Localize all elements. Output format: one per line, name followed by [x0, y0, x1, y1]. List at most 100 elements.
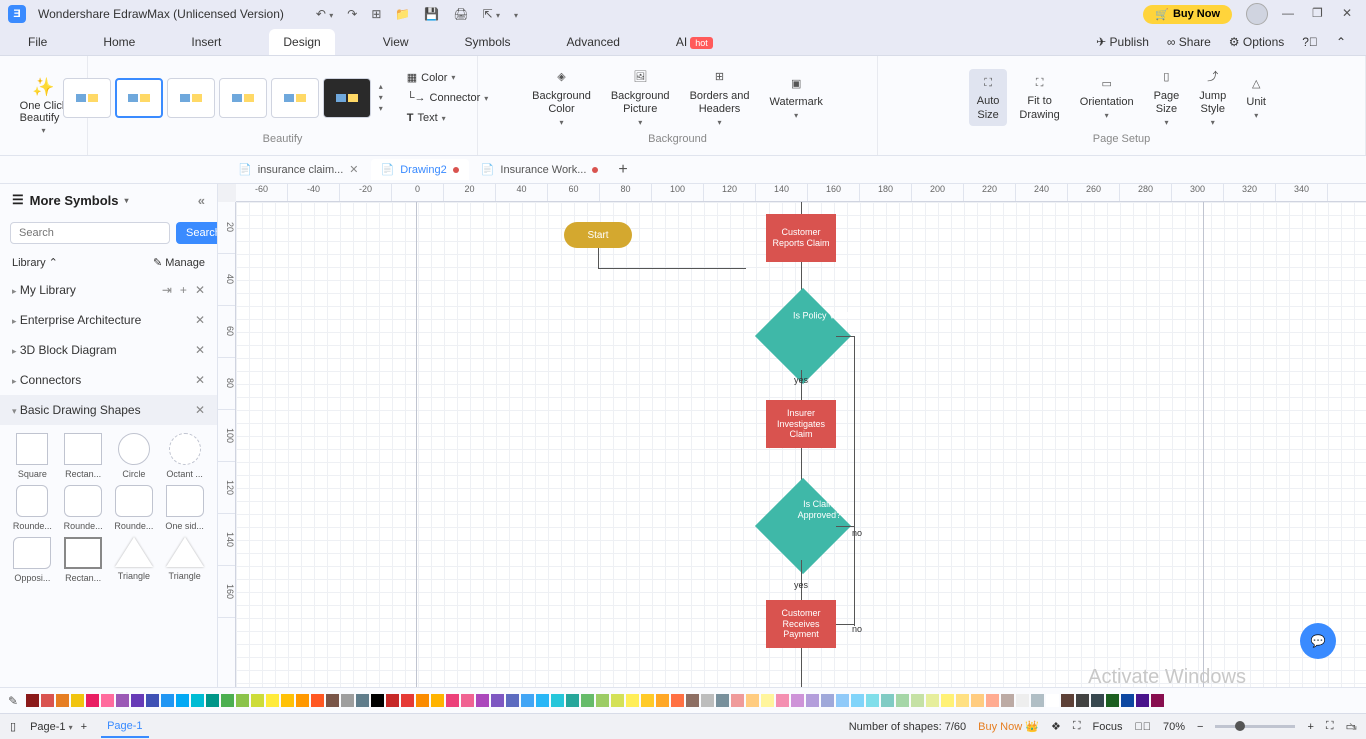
page-tab[interactable]: Page-1	[101, 716, 148, 738]
theme-3[interactable]	[167, 78, 215, 118]
color-swatch[interactable]	[491, 694, 504, 707]
color-swatch[interactable]	[281, 694, 294, 707]
connector[interactable]	[801, 648, 802, 687]
color-swatch[interactable]	[1016, 694, 1029, 707]
color-swatch[interactable]	[716, 694, 729, 707]
color-swatch[interactable]	[1106, 694, 1119, 707]
color-swatch[interactable]	[806, 694, 819, 707]
color-swatch[interactable]	[761, 694, 774, 707]
auto-size-button[interactable]: ⛶Auto Size	[969, 69, 1008, 125]
chat-bubble-button[interactable]: 💬	[1300, 623, 1336, 659]
color-swatch[interactable]	[791, 694, 804, 707]
color-swatch[interactable]	[476, 694, 489, 707]
color-swatch[interactable]	[896, 694, 909, 707]
color-swatch[interactable]	[71, 694, 84, 707]
color-swatch[interactable]	[611, 694, 624, 707]
export-icon[interactable]: ⇱ ▾	[483, 7, 500, 21]
undo-icon[interactable]: ↶ ▾	[316, 7, 333, 21]
page-selector[interactable]: Page-1 ▾	[30, 721, 73, 733]
color-swatch[interactable]	[941, 694, 954, 707]
shape-triangle1[interactable]: Triangle	[112, 537, 157, 583]
eyedropper-icon[interactable]: ✎	[8, 694, 18, 708]
color-swatch[interactable]	[341, 694, 354, 707]
doc-tab-2[interactable]: 📄 Drawing2	[371, 159, 469, 180]
color-swatch[interactable]	[506, 694, 519, 707]
color-swatch[interactable]	[686, 694, 699, 707]
shape-onesided[interactable]: One sid...	[162, 485, 207, 531]
shape-rounded2[interactable]: Rounde...	[61, 485, 106, 531]
theme-2[interactable]	[115, 78, 163, 118]
menu-symbols[interactable]: Symbols	[457, 35, 519, 49]
sidebar-cat-enterprise[interactable]: ▸ Enterprise Architecture✕	[0, 305, 217, 335]
menu-design[interactable]: Design	[269, 29, 334, 55]
user-avatar[interactable]	[1246, 3, 1268, 25]
color-swatch[interactable]	[1136, 694, 1149, 707]
color-swatch[interactable]	[581, 694, 594, 707]
close-icon[interactable]: ✕	[195, 373, 205, 387]
fit-page-icon[interactable]: ⛶	[1326, 720, 1334, 733]
options-button[interactable]: ⚙ Options	[1229, 35, 1284, 49]
menu-view[interactable]: View	[375, 35, 417, 49]
color-swatch[interactable]	[236, 694, 249, 707]
color-swatch[interactable]	[101, 694, 114, 707]
search-button[interactable]: Search	[176, 222, 218, 244]
color-swatch[interactable]	[446, 694, 459, 707]
color-swatch[interactable]	[356, 694, 369, 707]
color-swatch[interactable]	[986, 694, 999, 707]
connector[interactable]	[836, 336, 854, 337]
layers-icon[interactable]: ❖	[1051, 720, 1061, 733]
print-icon[interactable]: 🖨	[453, 7, 468, 21]
zoom-out-button[interactable]: −	[1197, 721, 1203, 733]
sidebar-cat-3d[interactable]: ▸ 3D Block Diagram✕	[0, 335, 217, 365]
background-picture-button[interactable]: 🖼Background Picture▾	[603, 64, 678, 132]
color-swatch[interactable]	[971, 694, 984, 707]
color-swatch[interactable]	[386, 694, 399, 707]
color-swatch[interactable]	[731, 694, 744, 707]
theme-up-icon[interactable]: ▴	[379, 82, 383, 91]
collapse-ribbon-icon[interactable]: ⌃	[1336, 35, 1346, 49]
connector[interactable]	[598, 248, 599, 268]
color-swatch[interactable]	[116, 694, 129, 707]
color-swatch[interactable]	[746, 694, 759, 707]
shape-rectangle[interactable]: Rectan...	[61, 433, 106, 479]
color-swatch[interactable]	[881, 694, 894, 707]
color-swatch[interactable]	[536, 694, 549, 707]
close-icon[interactable]: ✕	[195, 313, 205, 327]
zoom-level[interactable]: 70%	[1163, 721, 1185, 733]
menu-ai[interactable]: AIhot	[668, 35, 721, 49]
color-swatch[interactable]	[251, 694, 264, 707]
publish-button[interactable]: ✈ Publish	[1096, 35, 1149, 49]
color-swatch[interactable]	[1061, 694, 1074, 707]
zoom-slider[interactable]	[1215, 725, 1295, 728]
page-setup-launcher-icon[interactable]: ↘	[1348, 719, 1358, 733]
fc-insurer-investigates[interactable]: Insurer Investigates Claim	[766, 400, 836, 448]
connector[interactable]	[801, 202, 802, 214]
connector[interactable]	[836, 526, 854, 527]
symbols-header[interactable]: ☰ More Symbols ▾ «	[0, 184, 217, 216]
color-swatch[interactable]	[131, 694, 144, 707]
close-icon[interactable]: ✕	[195, 403, 205, 417]
fullscreen-icon[interactable]: ⛶	[1073, 720, 1081, 733]
canvas[interactable]: Start Customer Reports Claim Is Policy V…	[236, 202, 1366, 687]
color-swatch[interactable]	[176, 694, 189, 707]
close-icon[interactable]: ✕	[1342, 6, 1358, 22]
theme-5[interactable]	[271, 78, 319, 118]
shape-rounded3[interactable]: Rounde...	[112, 485, 157, 531]
color-swatch[interactable]	[1076, 694, 1089, 707]
color-swatch[interactable]	[641, 694, 654, 707]
page-size-button[interactable]: ▯Page Size▾	[1146, 64, 1188, 132]
color-swatch[interactable]	[416, 694, 429, 707]
color-swatch[interactable]	[1001, 694, 1014, 707]
color-swatch[interactable]	[1046, 694, 1059, 707]
connector[interactable]	[598, 268, 746, 269]
fc-customer-receives[interactable]: Customer Receives Payment	[766, 600, 836, 648]
orientation-button[interactable]: ▭Orientation▾	[1072, 70, 1142, 125]
new-icon[interactable]: ⊞	[371, 7, 381, 21]
add-icon[interactable]: +	[180, 283, 187, 297]
maximize-icon[interactable]: ❐	[1312, 6, 1328, 22]
shape-rounded1[interactable]: Rounde...	[10, 485, 55, 531]
sidebar-cat-connectors[interactable]: ▸ Connectors✕	[0, 365, 217, 395]
shape-square[interactable]: Square	[10, 433, 55, 479]
shape-octant[interactable]: Octant ...	[162, 433, 207, 479]
fc-start[interactable]: Start	[564, 222, 632, 248]
